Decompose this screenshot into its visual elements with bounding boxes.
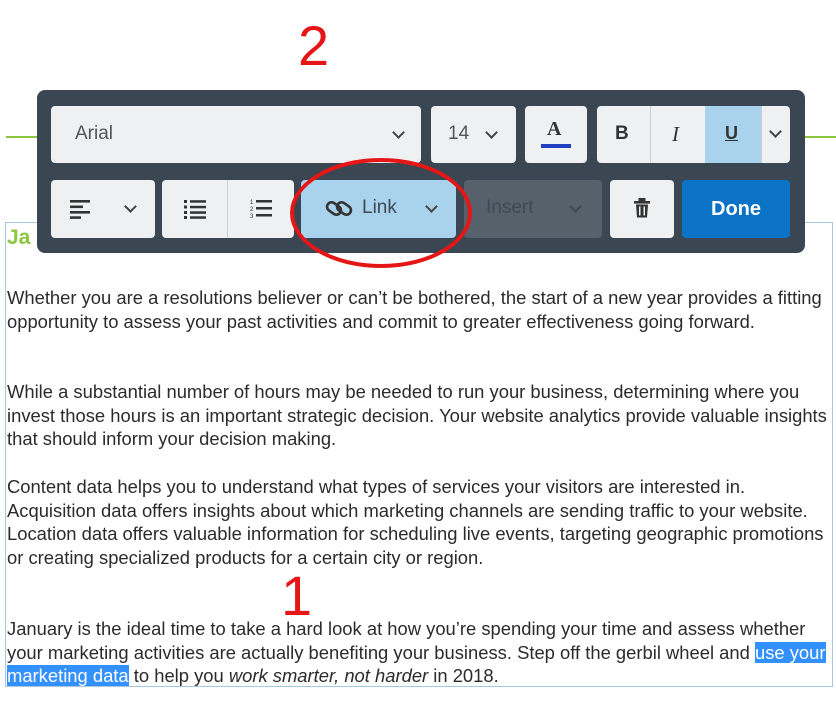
insert-label: Insert: [486, 197, 534, 218]
chevron-down-icon: [769, 125, 782, 138]
trash-icon: [634, 198, 650, 218]
delete-button[interactable]: [610, 180, 674, 238]
paragraph-4-text-end: in 2018.: [428, 665, 499, 686]
font-family-value: Arial: [75, 123, 114, 144]
annotation-circle: [290, 158, 472, 268]
paragraph-1: Whether you are a resolutions believer o…: [7, 287, 822, 332]
svg-text:1: 1: [250, 200, 254, 206]
done-button[interactable]: Done: [682, 180, 790, 238]
bullet-list-button[interactable]: [162, 180, 227, 238]
align-dropdown[interactable]: [51, 180, 155, 238]
numbered-list-icon: 1 2 3: [250, 200, 272, 220]
header-rule-left: [6, 136, 38, 138]
header-rule-right: [804, 136, 836, 138]
font-size-value: 14: [448, 123, 470, 144]
font-color-icon: A: [547, 118, 562, 140]
paragraph-2: While a substantial number of hours may …: [7, 381, 827, 449]
svg-text:2: 2: [250, 207, 254, 213]
font-size-dropdown[interactable]: 14: [431, 106, 516, 163]
numbered-list-button[interactable]: 1 2 3: [228, 180, 294, 238]
list-group: 1 2 3: [162, 180, 294, 238]
bold-button[interactable]: B: [597, 106, 650, 163]
annotation-step-2: 2: [298, 14, 330, 77]
chevron-down-icon: [392, 126, 405, 139]
paragraph-4: January is the ideal time to take a hard…: [7, 617, 833, 688]
font-family-dropdown[interactable]: Arial: [51, 106, 421, 163]
underline-button[interactable]: U: [705, 106, 761, 163]
chevron-down-icon: [124, 200, 137, 213]
paragraph-4-text-start: January is the ideal time to take a hard…: [7, 618, 806, 663]
more-styles-button[interactable]: [762, 106, 790, 163]
underline-icon: U: [725, 123, 738, 143]
align-left-icon: [70, 200, 90, 219]
font-color-swatch: [541, 144, 571, 148]
chevron-down-icon: [485, 126, 498, 139]
italic-text: work smarter, not harder: [228, 665, 429, 686]
text-style-group: B I U: [597, 106, 790, 163]
chevron-down-icon: [569, 200, 582, 213]
font-color-button[interactable]: A: [525, 106, 587, 163]
content-heading: Ja: [7, 226, 31, 249]
bullet-list-icon: [184, 200, 206, 219]
insert-dropdown-button[interactable]: Insert: [464, 180, 602, 238]
paragraph-4-text-middle: to help you: [128, 665, 229, 686]
italic-button[interactable]: I: [651, 106, 705, 163]
italic-icon: I: [672, 122, 679, 146]
svg-text:3: 3: [250, 214, 254, 220]
annotation-step-1: 1: [281, 564, 313, 627]
paragraph-3: Content data helps you to understand wha…: [7, 476, 824, 568]
bold-icon: B: [615, 123, 629, 144]
